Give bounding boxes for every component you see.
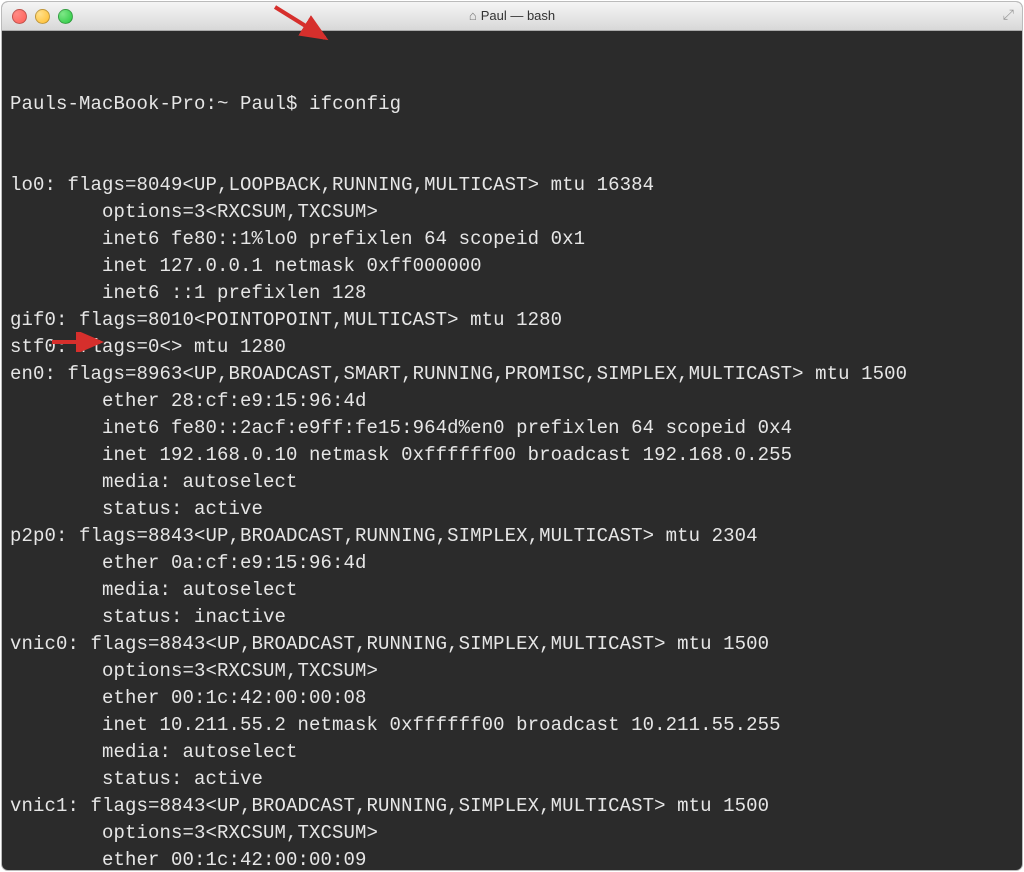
terminal-body[interactable]: Pauls-MacBook-Pro:~ Paul$ ifconfig lo0: … — [2, 31, 1022, 870]
output-line: status: active — [10, 496, 1014, 523]
output-line: p2p0: flags=8843<UP,BROADCAST,RUNNING,SI… — [10, 523, 1014, 550]
output-line: inet6 fe80::1%lo0 prefixlen 64 scopeid 0… — [10, 226, 1014, 253]
output-line: en0: flags=8963<UP,BROADCAST,SMART,RUNNI… — [10, 361, 1014, 388]
output-line: inet6 ::1 prefixlen 128 — [10, 280, 1014, 307]
output-line: options=3<RXCSUM,TXCSUM> — [10, 199, 1014, 226]
prompt: Pauls-MacBook-Pro:~ Paul$ — [10, 93, 298, 115]
home-icon: ⌂ — [469, 2, 477, 30]
output-line: status: active — [10, 766, 1014, 793]
output-line: ether 00:1c:42:00:00:09 — [10, 847, 1014, 870]
output-line: stf0: flags=0<> mtu 1280 — [10, 334, 1014, 361]
expand-icon[interactable]: ⤢ — [1003, 8, 1014, 24]
output-line: ether 28:cf:e9:15:96:4d — [10, 388, 1014, 415]
output-line: inet 127.0.0.1 netmask 0xff000000 — [10, 253, 1014, 280]
prompt-line: Pauls-MacBook-Pro:~ Paul$ ifconfig — [10, 91, 1014, 118]
output-line: media: autoselect — [10, 577, 1014, 604]
titlebar: ⌂ Paul — bash ⤢ — [2, 2, 1022, 31]
output-line: gif0: flags=8010<POINTOPOINT,MULTICAST> … — [10, 307, 1014, 334]
command: ifconfig — [309, 93, 401, 115]
output-line: ether 00:1c:42:00:00:08 — [10, 685, 1014, 712]
output-line: media: autoselect — [10, 469, 1014, 496]
output-line: inet6 fe80::2acf:e9ff:fe15:964d%en0 pref… — [10, 415, 1014, 442]
output-line: media: autoselect — [10, 739, 1014, 766]
output-line: ether 0a:cf:e9:15:96:4d — [10, 550, 1014, 577]
output-line: options=3<RXCSUM,TXCSUM> — [10, 820, 1014, 847]
output-line: vnic0: flags=8843<UP,BROADCAST,RUNNING,S… — [10, 631, 1014, 658]
window-title: ⌂ Paul — bash — [2, 2, 1022, 30]
title-text: Paul — bash — [481, 2, 555, 30]
output-line: inet 10.211.55.2 netmask 0xffffff00 broa… — [10, 712, 1014, 739]
output-line: lo0: flags=8049<UP,LOOPBACK,RUNNING,MULT… — [10, 172, 1014, 199]
terminal-output: lo0: flags=8049<UP,LOOPBACK,RUNNING,MULT… — [10, 172, 1014, 870]
terminal-window: ⌂ Paul — bash ⤢ Pauls-MacBook-Pro:~ Paul… — [2, 2, 1022, 870]
output-line: vnic1: flags=8843<UP,BROADCAST,RUNNING,S… — [10, 793, 1014, 820]
output-line: status: inactive — [10, 604, 1014, 631]
output-line: inet 192.168.0.10 netmask 0xffffff00 bro… — [10, 442, 1014, 469]
output-line: options=3<RXCSUM,TXCSUM> — [10, 658, 1014, 685]
